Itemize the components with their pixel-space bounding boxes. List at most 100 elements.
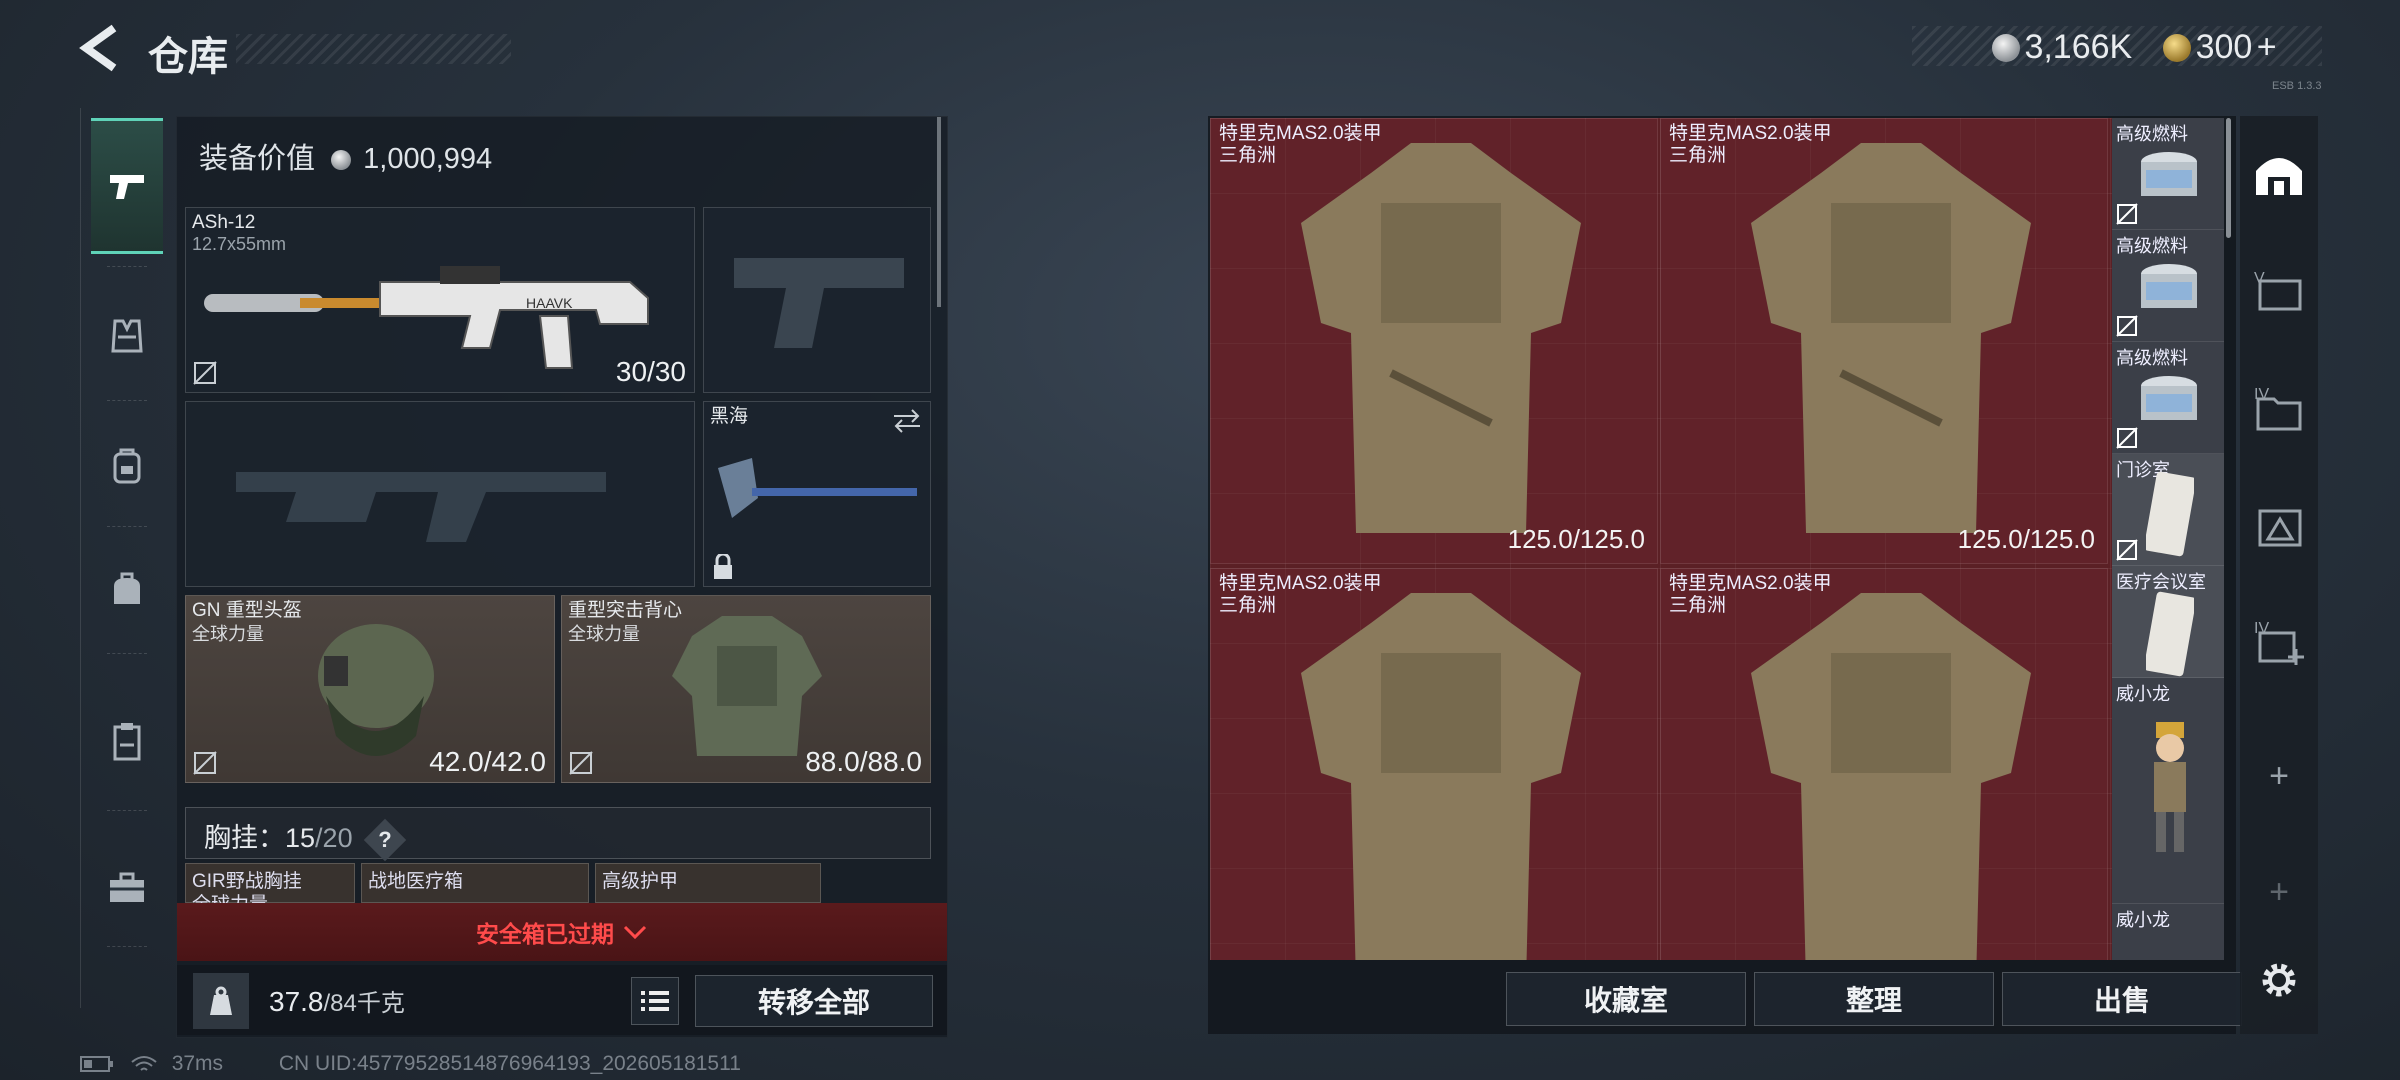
vest-icon	[111, 319, 143, 353]
stash-item-keycard[interactable]: 医疗会议室	[2112, 566, 2224, 678]
rig-item-2[interactable]: 战地医疗箱	[361, 863, 589, 903]
silver-coin-icon	[1992, 33, 2020, 62]
melee-slot[interactable]: 黑海	[703, 401, 931, 587]
armor-slot[interactable]: 重型突击背心 全球力量 88.0/88.0	[561, 595, 931, 783]
equipment-value-amount: 1,000,994	[363, 143, 493, 175]
weight-current: 37.8	[269, 986, 324, 1017]
nav-clipboard[interactable]	[91, 703, 163, 779]
fuel-can-icon	[2141, 264, 2197, 308]
stash-item[interactable]: 特里克MAS2.0装甲 三角洲	[1210, 568, 1658, 960]
fuel-can-icon	[2141, 376, 2197, 420]
add-box-icon: IV	[2254, 621, 2304, 665]
collection-room-button[interactable]: 收藏室	[1506, 972, 1746, 1026]
nav-backpack[interactable]	[91, 428, 163, 504]
chest-rig-capacity: 胸挂：15/20 ?	[204, 816, 407, 862]
help-icon[interactable]: ?	[363, 818, 407, 862]
armor-maker: 全球力量	[568, 624, 640, 644]
wifi-icon	[131, 1056, 157, 1072]
helmet-slot[interactable]: GN 重型头盔 全球力量 42.0/42.0	[185, 595, 555, 783]
primary-weapon-slot[interactable]: ASh-12 12.7x55mm HAAVK 30/30	[185, 207, 695, 393]
stash-item-keycard[interactable]: 门诊室	[2112, 454, 2224, 566]
sell-button[interactable]: 出售	[2002, 972, 2242, 1026]
warehouse-icon	[2256, 158, 2302, 195]
item-durability: 125.0/125.0	[1957, 524, 2095, 554]
stash-item[interactable]: 特里克MAS2.0装甲 三角洲	[1660, 568, 2108, 960]
equipment-value-label: 装备价值	[199, 143, 316, 175]
bag-icon	[114, 572, 140, 604]
weight-bar: 37.8/84千克 转移全部	[177, 965, 947, 1035]
item-name: 特里克MAS2.0装甲 三角洲	[1669, 573, 1832, 616]
weapon-ammo: 30/30	[615, 356, 686, 387]
helmet-durability: 42.0/42.0	[429, 746, 546, 777]
nav-weapons[interactable]	[91, 118, 163, 254]
pistol-silhouette-icon	[734, 258, 904, 348]
settings-button[interactable]	[2251, 952, 2307, 1008]
panel-scrollbar[interactable]	[937, 117, 941, 307]
swap-icon[interactable]	[892, 408, 922, 434]
nav-toolbox[interactable]	[91, 850, 163, 926]
nav-bag[interactable]	[91, 552, 163, 628]
stash-tab-triangle[interactable]	[2251, 500, 2307, 556]
secondary-weapon-slot[interactable]	[185, 401, 695, 587]
keycard-icon	[2146, 471, 2194, 557]
stash-side-column: 高级燃料 高级燃料 高级燃料 门诊室 医疗会议室 威小龙 威小龙	[2112, 118, 2224, 960]
gold-coin-amount: 300	[2195, 28, 2253, 66]
safe-box-banner[interactable]: 安全箱已过期	[177, 903, 947, 961]
no-insure-icon	[569, 751, 593, 775]
stash-item-fuel[interactable]: 高级燃料	[2112, 118, 2224, 230]
pistol-slot[interactable]	[703, 207, 931, 393]
item-name: 威小龙	[2116, 684, 2170, 704]
back-button[interactable]	[78, 22, 122, 74]
uid-text: CN UID:45779528514876964193_202605181511	[278, 1052, 741, 1075]
triangle-box-icon	[2258, 509, 2302, 547]
stash-item-fuel[interactable]: 高级燃料	[2112, 230, 2224, 342]
helmet-image	[318, 624, 434, 756]
stash-scrollbar[interactable]	[2226, 118, 2231, 238]
version-label: ESB 1.3.3	[2272, 80, 2322, 92]
stash-tab-4a[interactable]: IV	[2251, 382, 2307, 438]
transfer-all-button[interactable]: 转移全部	[695, 975, 933, 1027]
rifle-image: HAAVK	[204, 266, 649, 369]
no-insure-icon	[2116, 427, 2138, 449]
item-name: 高级燃料	[2116, 348, 2188, 368]
rig-item-1[interactable]: GIR野战胸挂 全球力量	[185, 863, 355, 915]
list-icon	[641, 991, 669, 1011]
chevron-down-icon	[623, 925, 647, 940]
plus-icon[interactable]: +	[2257, 28, 2277, 66]
plus-icon: +	[2269, 872, 2289, 911]
list-view-button[interactable]	[631, 977, 679, 1025]
gear-icon	[2262, 963, 2296, 997]
organize-button[interactable]: 整理	[1754, 972, 1994, 1026]
stash-tab-4b[interactable]: IV	[2251, 616, 2307, 672]
battery-icon	[80, 1056, 113, 1073]
toolbox-icon	[110, 872, 144, 902]
stash-item[interactable]: 特里克MAS2.0装甲 三角洲 125.0/125.0	[1210, 118, 1658, 564]
stash-tab-v-icon: V	[2254, 270, 2302, 311]
safe-box-status: 安全箱已过期	[476, 921, 614, 947]
weight-icon	[193, 973, 249, 1029]
no-insure-icon	[2116, 315, 2138, 337]
weight-max: /84千克	[323, 990, 405, 1017]
silver-coin-icon	[331, 150, 352, 171]
stash-tab-5[interactable]: V	[2251, 264, 2307, 320]
no-insure-icon	[2116, 539, 2138, 561]
stash-tabs-rail: V IV IV + +	[2240, 116, 2318, 1034]
item-durability: 125.0/125.0	[1507, 524, 1645, 554]
stash-item[interactable]: 特里克MAS2.0装甲 三角洲 125.0/125.0	[1660, 118, 2108, 564]
no-insure-icon	[2116, 203, 2138, 225]
nav-vest[interactable]	[91, 298, 163, 374]
stash-item-figure[interactable]: 威小龙	[2112, 904, 2224, 960]
rig-item-3[interactable]: 高级护甲	[595, 863, 821, 903]
item-name: 高级燃料	[2116, 124, 2188, 144]
add-tab-button-locked[interactable]: +	[2251, 864, 2307, 920]
weight-readout: 37.8/84千克	[269, 983, 405, 1018]
category-nav	[80, 108, 173, 1008]
pistol-icon	[110, 175, 144, 199]
no-insure-icon	[193, 361, 217, 385]
equipment-panel: 装备价值 1,000,994 ASh-12 12.7x55mm HAAVK 30…	[176, 116, 948, 1038]
currency-display: 3,166K 300 +	[1912, 26, 2322, 66]
add-tab-button[interactable]: +	[2251, 748, 2307, 804]
stash-tab-main[interactable]	[2251, 146, 2307, 202]
stash-item-fuel[interactable]: 高级燃料	[2112, 342, 2224, 454]
stash-item-figure[interactable]: 威小龙	[2112, 678, 2224, 904]
